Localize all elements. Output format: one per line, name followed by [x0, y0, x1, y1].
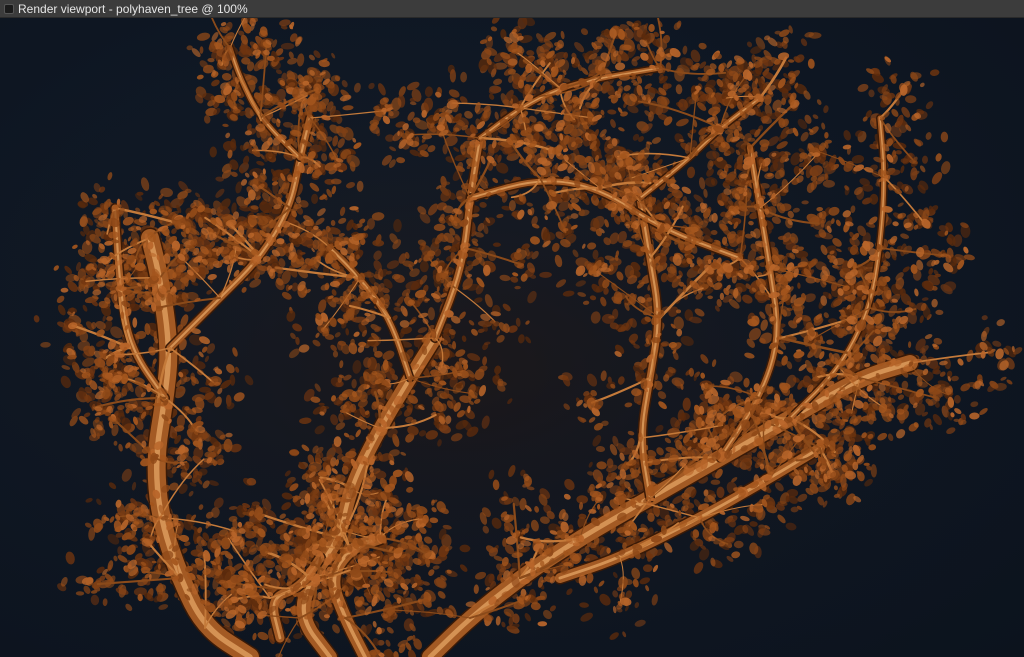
- rendered-tree-image: [0, 18, 1024, 657]
- title-bar[interactable]: Render viewport - polyhaven_tree @ 100%: [0, 0, 1024, 18]
- render-viewport-window: Render viewport - polyhaven_tree @ 100%: [0, 0, 1024, 657]
- window-title: Render viewport - polyhaven_tree @ 100%: [18, 1, 248, 16]
- render-canvas[interactable]: [0, 18, 1024, 657]
- window-icon: [4, 3, 14, 14]
